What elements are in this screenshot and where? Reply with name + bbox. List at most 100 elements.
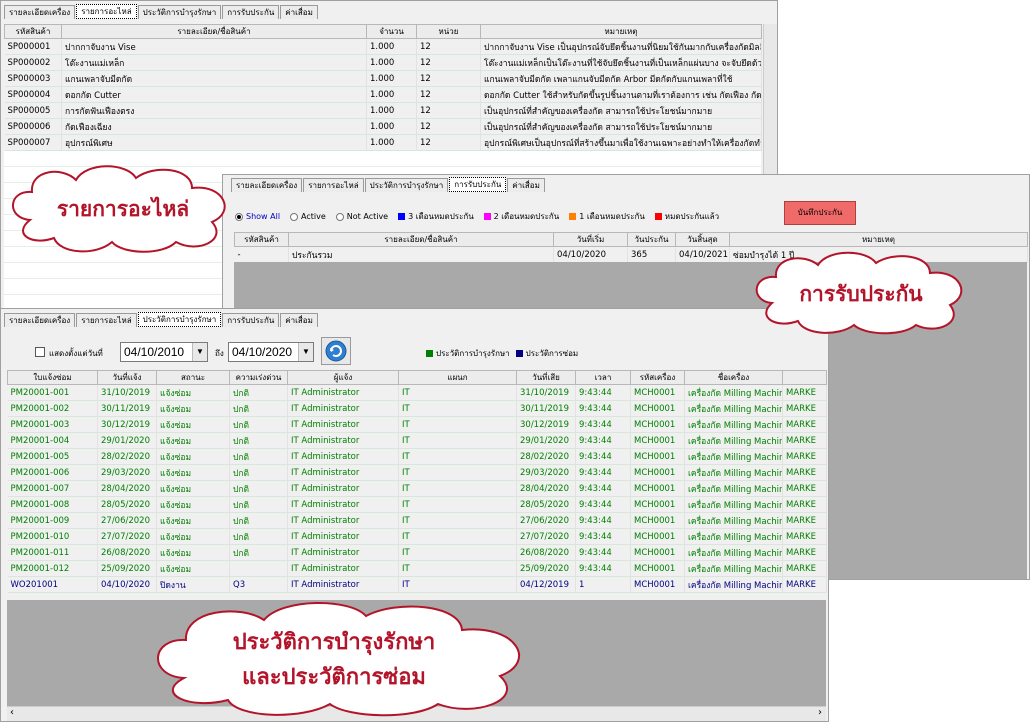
table-cell: MCH0001 (630, 448, 685, 465)
table-cell: 12 (416, 70, 481, 87)
table-cell: IT (398, 512, 517, 529)
table-cell: แจ้งซ่อม (156, 400, 230, 417)
table-row[interactable]: SP000005 การกัดฟันเฟืองตรง 1.000 12 เป็นอุปก… (4, 102, 762, 119)
table-cell: 9:43:44 (575, 400, 631, 417)
tab-5[interactable]: ค่าเสื่อม (280, 313, 318, 327)
legend-label: ประวัติการซ่อม (525, 349, 579, 358)
table-cell: ปกติ (229, 432, 288, 449)
table-cell: แจ้งซ่อม (156, 384, 230, 401)
table-row[interactable]: PM20001-012 25/09/2020 แจ้งซ่อม IT Administ… (7, 560, 827, 577)
column-header[interactable]: หมายเหตุ (480, 24, 762, 39)
table-row[interactable]: PM20001-004 29/01/2020 แจ้งซ่อม ปกติ IT Admi… (7, 432, 827, 449)
tab-4[interactable]: การรับประกัน (449, 177, 507, 192)
column-header[interactable]: วันสิ้นสุด (675, 232, 730, 247)
column-header[interactable]: ชื่อเครื่อง (684, 370, 783, 385)
table-row[interactable]: PM20001-007 28/04/2020 แจ้งซ่อม ปกติ IT Admi… (7, 480, 827, 497)
table-row[interactable]: SP000007 อุปกรณ์พิเศษ 1.000 12 อุปกรณ์พิเศษเ… (4, 134, 762, 151)
table-cell: 29/03/2020 (516, 464, 576, 481)
table-cell: IT (398, 416, 517, 433)
column-header[interactable]: หมายเหตุ (729, 232, 1028, 247)
tab-1[interactable]: รายละเอียดเครื่อง (4, 313, 76, 327)
table-cell: IT (398, 480, 517, 497)
filter-radio[interactable] (290, 212, 299, 221)
scroll-right-icon[interactable]: › (818, 707, 822, 718)
table-cell: SP000003 (4, 70, 62, 87)
column-header[interactable]: จำนวน (366, 24, 417, 39)
table-cell: 365 (627, 246, 676, 263)
column-header[interactable]: วันที่แจ้ง (97, 370, 157, 385)
table-cell: MARKE (782, 480, 827, 497)
column-header[interactable]: วันที่เสีย (516, 370, 576, 385)
column-header[interactable]: รายละเอียด/ชื่อสินค้า (288, 232, 554, 247)
vertical-scrollbar[interactable] (763, 24, 777, 174)
table-cell: 29/01/2020 (97, 432, 157, 449)
table-cell: IT Administrator (287, 400, 399, 417)
table-row[interactable]: PM20001-011 26/08/2020 แจ้งซ่อม ปกติ IT Admi… (7, 544, 827, 561)
table-row[interactable]: PM20001-006 29/03/2020 แจ้งซ่อม ปกติ IT Admi… (7, 464, 827, 481)
table-cell: IT Administrator (287, 464, 399, 481)
table-cell: ปกติ (229, 480, 288, 497)
table-row[interactable]: PM20001-005 28/02/2020 แจ้งซ่อม ปกติ IT Admi… (7, 448, 827, 465)
table-cell: IT (398, 576, 517, 593)
scroll-left-icon[interactable]: ‹ (10, 707, 14, 718)
filter-radio[interactable] (335, 212, 344, 221)
tab-3[interactable]: ประวัติการบำรุงรักษา (137, 5, 222, 19)
table-cell: แจ้งซ่อม (156, 544, 230, 561)
table-row[interactable]: PM20001-002 30/11/2019 แจ้งซ่อม ปกติ IT Admi… (7, 400, 827, 417)
tab-3[interactable]: ประวัติการบำรุงรักษา (364, 178, 449, 192)
tab-1[interactable]: รายละเอียดเครื่อง (4, 5, 76, 19)
tab-5[interactable]: ค่าเสื่อม (280, 5, 318, 19)
table-cell: MCH0001 (630, 384, 685, 401)
date-to-value: 04/10/2020 (232, 345, 293, 359)
table-row[interactable]: PM20001-008 28/05/2020 แจ้งซ่อม ปกติ IT Admi… (7, 496, 827, 513)
table-row[interactable]: PM20001-010 27/07/2020 แจ้งซ่อม ปกติ IT Admi… (7, 528, 827, 545)
column-header[interactable]: รหัสสินค้า (234, 232, 289, 247)
table-row[interactable]: SP000002 โต๊ะงานแม่เหล็ก 1.000 12 โต๊ะงานแม่… (4, 54, 762, 71)
column-header[interactable]: รหัสสินค้า (4, 24, 62, 39)
table-cell: เครื่องกัด Milling Machin (684, 448, 783, 465)
tab-5[interactable]: ค่าเสื่อม (507, 178, 545, 192)
table-cell: ปกติ (229, 512, 288, 529)
table-row[interactable]: WO201001 04/10/2020 ปิดงาน Q3 IT Administrat… (7, 576, 827, 593)
column-header[interactable]: สถานะ (156, 370, 230, 385)
date-from-picker[interactable]: 04/10/2010 ▼ (120, 342, 208, 362)
filter-label: Not Active (346, 212, 389, 221)
table-row[interactable]: SP000006 กัดเฟืองเฉียง 1.000 12 เป็นอุปกรณ์ท… (4, 118, 762, 135)
table-cell: เครื่องกัด Milling Machin (684, 432, 783, 449)
show-from-checkbox[interactable] (35, 347, 45, 357)
column-header[interactable]: วันที่เริ่ม (553, 232, 628, 247)
column-header[interactable]: หน่วย (416, 24, 481, 39)
tab-2[interactable]: รายการอะไหล่ (303, 178, 364, 192)
column-header[interactable]: เวลา (575, 370, 631, 385)
legend-label: 3 เดือนหมดประกัน (408, 212, 474, 221)
column-header[interactable]: ความเร่งด่วน (229, 370, 288, 385)
table-row[interactable]: PM20001-009 27/06/2020 แจ้งซ่อม ปกติ IT Admi… (7, 512, 827, 529)
table-row[interactable]: PM20001-001 31/10/2019 แจ้งซ่อม ปกติ IT Admi… (7, 384, 827, 401)
search-button[interactable] (321, 337, 351, 365)
table-row[interactable]: SP000001 ปากกาจับงาน Vise 1.000 12 ปากกาจับง… (4, 38, 762, 55)
table-row[interactable]: SP000004 ดอกกัด Cutter 1.000 12 ดอกกัด Cutte… (4, 86, 762, 103)
date-to-picker[interactable]: 04/10/2020 ▼ (228, 342, 314, 362)
table-cell: MARKE (782, 384, 827, 401)
tab-4[interactable]: การรับประกัน (222, 5, 280, 19)
table-cell: IT Administrator (287, 544, 399, 561)
column-header[interactable]: ผู้แจ้ง (287, 370, 399, 385)
tab-4[interactable]: การรับประกัน (222, 313, 280, 327)
filter-label: Active (301, 212, 326, 221)
legend-label: 1 เดือนหมดประกัน (579, 212, 645, 221)
spare-parts-tabs: รายละเอียดเครื่อง รายการอะไหล่ ประวัติการบ… (4, 4, 319, 19)
save-warranty-button[interactable]: บันทึกประกัน (784, 201, 856, 225)
column-header[interactable] (782, 370, 827, 385)
tab-3[interactable]: ประวัติการบำรุงรักษา (137, 312, 222, 327)
column-header[interactable]: รหัสเครื่อง (630, 370, 685, 385)
column-header[interactable]: วันประกัน (627, 232, 676, 247)
legend-swatch (398, 213, 406, 220)
table-cell: SP000001 (4, 38, 62, 55)
tab-2[interactable]: รายการอะไหล่ (76, 313, 137, 327)
table-row[interactable]: PM20001-003 30/12/2019 แจ้งซ่อม ปกติ IT Admi… (7, 416, 827, 433)
column-header[interactable]: รายละเอียด/ชื่อสินค้า (61, 24, 367, 39)
table-row[interactable]: SP000003 แกนเพลาจับมีดกัด 1.000 12 แกนเพลาจั… (4, 70, 762, 87)
column-header[interactable]: ใบแจ้งซ่อม (7, 370, 98, 385)
tab-2[interactable]: รายการอะไหล่ (76, 4, 137, 19)
column-header[interactable]: แผนก (398, 370, 517, 385)
